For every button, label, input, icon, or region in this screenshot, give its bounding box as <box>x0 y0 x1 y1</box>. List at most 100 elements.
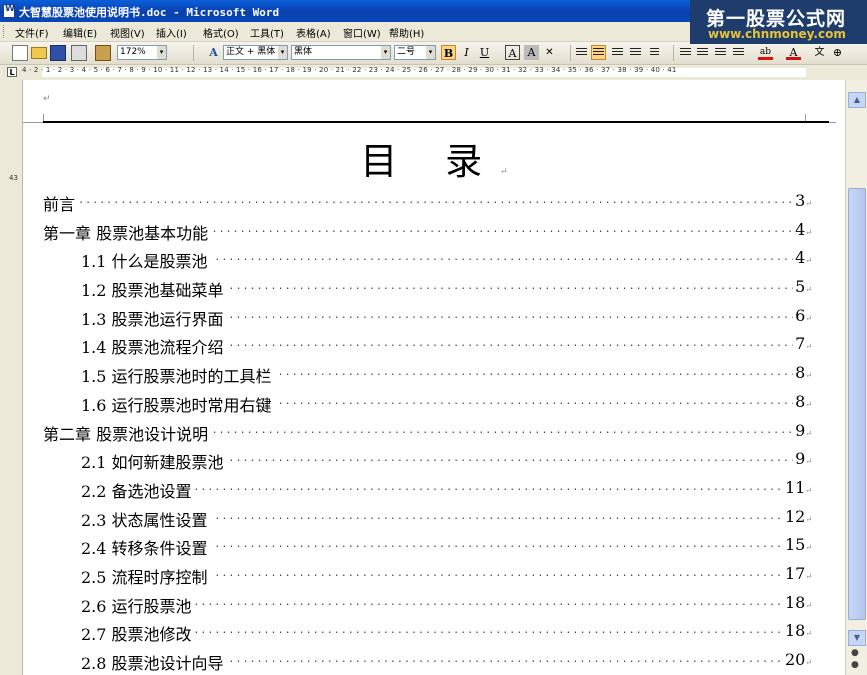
italic-button[interactable]: I <box>459 45 474 60</box>
zoom-select[interactable]: 172% ▾ <box>117 45 167 60</box>
font-color-button[interactable]: A <box>786 45 801 60</box>
toc-entry[interactable]: ........................................… <box>81 306 812 330</box>
menu-edit[interactable]: 编辑(E) <box>63 25 97 40</box>
next-page-icon[interactable]: ● <box>851 660 859 670</box>
menu-table[interactable]: 表格(A) <box>296 25 331 40</box>
toc-entry[interactable]: ........................................… <box>81 277 812 301</box>
menu-view[interactable]: 视图(V) <box>110 25 145 40</box>
scroll-down-icon[interactable]: ▼ <box>848 630 866 646</box>
toc-page-number: 15 <box>782 535 812 554</box>
bulleted-list-icon[interactable] <box>697 48 708 57</box>
enclose-character-icon[interactable]: ⊕ <box>830 45 845 60</box>
watermark-url: www.chnmoney.com <box>708 27 846 41</box>
character-scaling-icon[interactable]: ✕ <box>542 45 557 60</box>
document-page[interactable]: ↵ 目 录↵ .................................… <box>23 80 845 675</box>
highlight-button[interactable]: ab <box>758 45 773 60</box>
menu-format[interactable]: 格式(O) <box>203 25 239 40</box>
decrease-indent-icon[interactable] <box>715 48 726 57</box>
window-title: 大智慧股票池使用说明书.doc - Microsoft Word <box>19 6 280 19</box>
toc-entry[interactable]: ........................................… <box>43 220 812 244</box>
chevron-down-icon[interactable]: ▾ <box>278 46 287 59</box>
vertical-scrollbar[interactable]: ▲ ▼ ● ● <box>845 80 867 675</box>
chevron-down-icon[interactable]: ▾ <box>157 46 166 59</box>
menu-grip-handle[interactable] <box>3 25 7 38</box>
toc-entry[interactable]: ........................................… <box>43 191 812 215</box>
toc-entry[interactable]: ........................................… <box>81 621 812 645</box>
toc-entry[interactable]: ........................................… <box>81 564 812 588</box>
paragraph-mark: ↵ <box>43 94 51 104</box>
menu-help[interactable]: 帮助(H) <box>389 25 424 40</box>
numbered-list-icon[interactable] <box>680 48 691 57</box>
paste-icon[interactable] <box>95 45 111 61</box>
align-center-button[interactable] <box>591 45 606 60</box>
toc-entry[interactable]: ........................................… <box>81 334 812 358</box>
bold-button[interactable]: B <box>441 45 456 60</box>
print-icon[interactable] <box>71 45 87 61</box>
menu-tools[interactable]: 工具(T) <box>250 25 284 40</box>
save-disk-icon[interactable] <box>50 45 66 61</box>
horizontal-ruler[interactable]: L 4 · 2 · 1 · 2 · 3 · 4 · 5 · 6 · 7 · 8 … <box>0 65 867 81</box>
toc-page-number: 9 <box>793 421 812 440</box>
phonetic-guide-button[interactable]: 文 <box>812 45 827 60</box>
toc-entry-text: 2.8 股票池设计向导 <box>81 650 227 674</box>
toc-entry[interactable]: ........................................… <box>81 593 812 617</box>
toc-entry-text: 1.6 运行股票池时常用右键 <box>81 392 275 416</box>
font-size-select[interactable]: 二号 ▾ <box>394 45 436 60</box>
line-spacing-icon[interactable] <box>650 48 659 57</box>
menu-window[interactable]: 窗口(W) <box>343 25 381 40</box>
toc-entry-text: 1.5 运行股票池时的工具栏 <box>81 363 275 387</box>
align-left-icon[interactable] <box>576 48 587 57</box>
menu-insert[interactable]: 插入(I) <box>156 25 187 40</box>
toc-page-number: 11 <box>782 478 812 497</box>
toc-entry[interactable]: ........................................… <box>81 507 812 531</box>
toc-entry-text: 1.1 什么是股票池 <box>81 248 211 272</box>
toc-entry[interactable]: ........................................… <box>43 421 812 445</box>
word-document-icon[interactable] <box>3 4 15 18</box>
justify-icon[interactable] <box>630 48 641 57</box>
toc-entry[interactable]: ........................................… <box>81 392 812 416</box>
toc-entry-text: 2.5 流程时序控制 <box>81 564 211 588</box>
toc-dot-leader: ........................................… <box>43 195 812 206</box>
font-value: 黑体 <box>294 47 313 57</box>
toc-page-number: 5 <box>793 277 812 296</box>
tab-selector-button[interactable]: L <box>7 67 17 77</box>
toc-entry-text: 2.1 如何新建股票池 <box>81 449 227 473</box>
toc-entry[interactable]: ........................................… <box>81 248 812 272</box>
style-value: 正文 + 黑体 <box>226 47 276 57</box>
increase-indent-icon[interactable] <box>733 48 744 57</box>
toc-entry-text: 2.7 股票池修改 <box>81 621 195 645</box>
previous-page-icon[interactable]: ● <box>851 648 859 658</box>
toc-entry[interactable]: ........................................… <box>81 650 812 674</box>
align-center-icon <box>593 48 604 57</box>
toc-entry-text: 1.3 股票池运行界面 <box>81 306 227 330</box>
styles-pane-icon[interactable]: A <box>206 45 221 60</box>
toc-entry-text: 2.4 转移条件设置 <box>81 535 211 559</box>
align-right-icon[interactable] <box>612 48 623 57</box>
toc-entry-text: 2.2 备选池设置 <box>81 478 195 502</box>
toc-entry-text: 第二章 股票池设计说明 <box>43 421 212 445</box>
chevron-down-icon[interactable]: ▾ <box>381 46 390 59</box>
toc-page-number: 18 <box>782 621 812 640</box>
new-document-icon[interactable] <box>12 45 28 61</box>
toc-entry[interactable]: ........................................… <box>81 535 812 559</box>
font-select[interactable]: 黑体 ▾ <box>291 45 391 60</box>
toc-page-number: 9 <box>793 449 812 468</box>
menu-file[interactable]: 文件(F) <box>15 25 49 40</box>
toc-entry-text: 2.6 运行股票池 <box>81 593 195 617</box>
chevron-down-icon[interactable]: ▾ <box>426 46 435 59</box>
scrollbar-thumb[interactable] <box>848 188 866 620</box>
toc-entry[interactable]: ........................................… <box>81 363 812 387</box>
toc-page-number: 8 <box>793 392 812 411</box>
toc-entry-text: 2.3 状态属性设置 <box>81 507 211 531</box>
toc-entry[interactable]: ........................................… <box>81 449 812 473</box>
character-border-button[interactable]: A <box>505 45 520 60</box>
scroll-up-icon[interactable]: ▲ <box>848 92 866 108</box>
character-shading-button[interactable]: A <box>524 45 539 60</box>
open-folder-icon[interactable] <box>31 47 47 59</box>
underline-button[interactable]: U <box>477 45 492 60</box>
style-select[interactable]: 正文 + 黑体 ▾ <box>223 45 288 60</box>
vertical-ruler[interactable]: 43 <box>0 80 23 675</box>
toc-entry[interactable]: ........................................… <box>81 478 812 502</box>
toc-page-number: 6 <box>793 306 812 325</box>
paragraph-mark: ↵ <box>500 167 508 177</box>
